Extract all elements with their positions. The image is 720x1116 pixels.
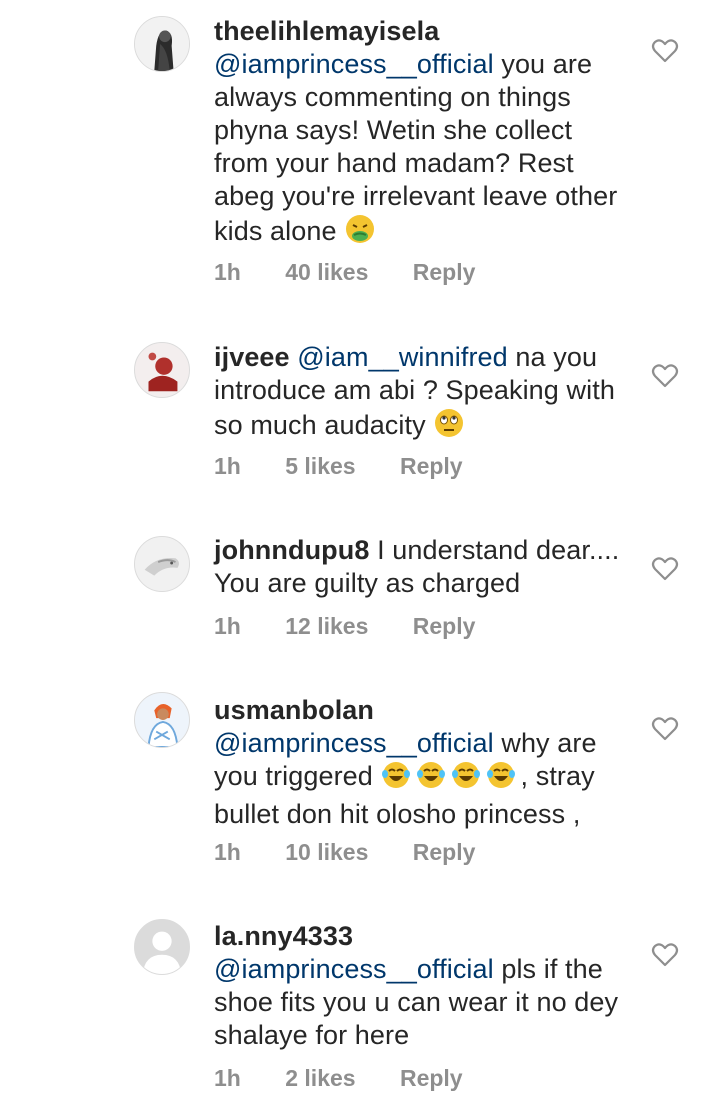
like-heart-icon[interactable]: [651, 38, 679, 64]
avatar[interactable]: [134, 16, 190, 72]
user-photo-icon: [135, 343, 189, 397]
reply-button[interactable]: Reply: [413, 613, 476, 639]
likes-count[interactable]: 5 likes: [285, 453, 355, 479]
comment-time: 1h: [214, 839, 241, 865]
mention-link[interactable]: @iamprincess__official: [214, 49, 494, 79]
avatar[interactable]: [134, 692, 190, 748]
reply-button[interactable]: Reply: [413, 839, 476, 865]
mention-link[interactable]: @iamprincess__official: [214, 954, 494, 984]
mention-link[interactable]: @iamprincess__official: [214, 728, 494, 758]
likes-count[interactable]: 2 likes: [285, 1065, 355, 1091]
mention-link[interactable]: @iam__winnifred: [297, 342, 508, 372]
nauseated-face-icon: [344, 213, 376, 253]
likes-count[interactable]: 12 likes: [285, 613, 368, 639]
user-photo-icon: [135, 17, 189, 71]
comment-time: 1h: [214, 453, 241, 479]
like-heart-icon[interactable]: [651, 716, 679, 742]
username[interactable]: theelihlemayisela: [214, 16, 439, 46]
comment-time: 1h: [214, 259, 241, 285]
like-heart-icon[interactable]: [651, 363, 679, 389]
likes-count[interactable]: 10 likes: [285, 839, 368, 865]
user-photo-icon: [135, 537, 189, 591]
username[interactable]: johnndupu8: [214, 535, 369, 565]
likes-count[interactable]: 40 likes: [285, 259, 368, 285]
comment-time: 1h: [214, 1065, 241, 1091]
user-photo-icon: [135, 693, 189, 747]
username[interactable]: la.nny4333: [214, 921, 353, 951]
comment-time: 1h: [214, 613, 241, 639]
avatar[interactable]: [134, 919, 190, 975]
eye-roll-face-icon: [433, 407, 465, 447]
like-heart-icon[interactable]: [651, 942, 679, 968]
avatar[interactable]: [134, 342, 190, 398]
username[interactable]: usmanbolan: [214, 695, 374, 725]
username[interactable]: ijveee: [214, 342, 290, 372]
reply-button[interactable]: Reply: [413, 259, 476, 285]
default-avatar-icon: [135, 920, 189, 974]
tears-of-joy-face-icon: [381, 760, 521, 798]
reply-button[interactable]: Reply: [400, 453, 463, 479]
reply-button[interactable]: Reply: [400, 1065, 463, 1091]
avatar[interactable]: [134, 536, 190, 592]
like-heart-icon[interactable]: [651, 556, 679, 582]
